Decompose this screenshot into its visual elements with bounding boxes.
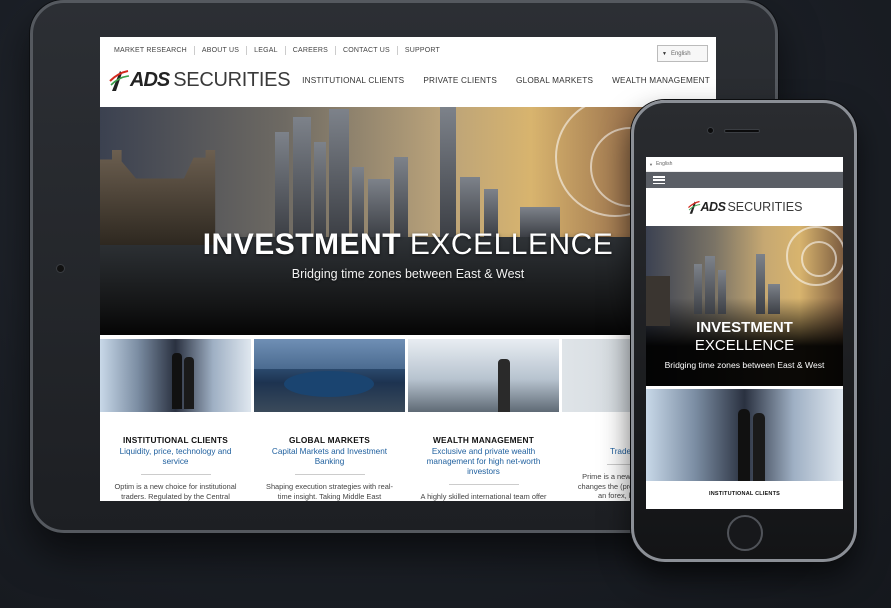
language-select-value: English: [670, 50, 691, 57]
nav-link-legal[interactable]: LEGAL: [247, 45, 286, 55]
mobile-hero-title-line2: EXCELLENCE: [694, 337, 795, 354]
main-nav: INSTITUTIONAL CLIENTS PRIVATE CLIENTS GL…: [302, 76, 710, 85]
phone-home-button[interactable]: [727, 515, 763, 551]
nav-private-clients[interactable]: PRIVATE CLIENTS: [423, 76, 497, 85]
card-global-markets[interactable]: GLOBAL MARKETS Capital Markets and Inves…: [254, 339, 405, 501]
phone-device: ▼ English ADS SECURITIES INVESTMENT EXCE…: [631, 100, 857, 562]
hero-subtitle: Bridging time zones between East & West: [291, 267, 525, 281]
mobile-hero-subtitle: Bridging time zones between East & West: [664, 360, 825, 370]
nav-link-support[interactable]: SUPPORT: [398, 46, 447, 55]
phone-speaker: [724, 129, 760, 133]
language-select[interactable]: ▼ English: [657, 45, 708, 62]
dropdown-triangle-icon: ▼: [649, 161, 653, 167]
card-body: A highly skilled international team offe…: [420, 492, 547, 501]
card-institutional-clients[interactable]: INSTITUTIONAL CLIENTS Liquidity, price, …: [100, 339, 251, 501]
skyscraper: [314, 142, 326, 237]
skyscraper: [293, 117, 311, 237]
hero-banner: INVESTMENT EXCELLENCE Bridging time zone…: [100, 107, 716, 335]
mobile-logo-securities[interactable]: SECURITIES: [727, 200, 802, 214]
mobile-language-value: English: [655, 161, 673, 167]
nav-institutional-clients[interactable]: INSTITUTIONAL CLIENTS: [302, 76, 404, 85]
card-subtitle: Capital Markets and Investment Banking: [271, 447, 388, 466]
skyscraper: [756, 254, 765, 314]
mobile-logo-ads[interactable]: ADS: [701, 200, 726, 214]
card-image-city-bay: [254, 339, 405, 412]
card-title: GLOBAL MARKETS: [288, 435, 370, 445]
card-subtitle: Exclusive and private wealth management …: [426, 447, 541, 476]
logo-swoosh-icon: [109, 70, 130, 91]
skyscraper: [705, 256, 715, 314]
mobile-hero-banner: INVESTMENT EXCELLENCE Bridging time zone…: [646, 226, 843, 386]
skyscraper: [718, 270, 726, 314]
tablet-screen: MARKET RESEARCH ABOUT US LEGAL CAREERS C…: [100, 37, 716, 501]
site-header: ADS SECURITIES INSTITUTIONAL CLIENTS PRI…: [100, 63, 716, 107]
mobile-hero-title-line1: INVESTMENT: [696, 319, 793, 336]
card-divider: [294, 474, 365, 475]
mobile-hero-title: INVESTMENT EXCELLENCE: [646, 319, 843, 355]
hero-title-light: EXCELLENCE: [409, 228, 614, 261]
mobile-menu-bar: [646, 172, 843, 188]
card-divider: [448, 484, 519, 485]
card-image-businessman-window: [408, 339, 559, 412]
logo-ads-text: ADS: [130, 68, 170, 91]
card-body: Shaping execution strategies with real-t…: [266, 482, 393, 501]
nav-link-contact-us[interactable]: CONTACT US: [336, 45, 398, 55]
mobile-header: ADS SECURITIES: [646, 188, 843, 226]
mobile-card-image-handshake: [646, 389, 843, 481]
card-body: Optim is a new choice for institutional …: [114, 482, 237, 501]
nav-wealth-management[interactable]: WEALTH MANAGEMENT: [612, 76, 710, 85]
nav-link-market-research[interactable]: MARKET RESEARCH: [107, 45, 195, 55]
mobile-card-title: INSTITUTIONAL CLIENTS: [708, 491, 780, 497]
hamburger-menu-icon[interactable]: [653, 176, 665, 184]
skyscraper: [329, 109, 349, 237]
nav-link-about-us[interactable]: ABOUT US: [195, 45, 248, 55]
phone-screen: ▼ English ADS SECURITIES INVESTMENT EXCE…: [646, 157, 843, 509]
card-title: INSTITUTIONAL CLIENTS: [123, 435, 228, 445]
skyscraper: [275, 132, 289, 237]
card-title: WEALTH MANAGEMENT: [433, 435, 534, 445]
hero-title: INVESTMENT EXCELLENCE: [100, 228, 716, 262]
dropdown-triangle-icon: ▼: [662, 50, 667, 57]
logo-securities-text: SECURITIES: [173, 68, 291, 91]
card-subtitle: Liquidity, price, technology and service: [119, 447, 232, 466]
nav-global-markets[interactable]: GLOBAL MARKETS: [516, 76, 593, 85]
mobile-language-select[interactable]: ▼ English: [646, 157, 843, 172]
card-wealth-management[interactable]: WEALTH MANAGEMENT Exclusive and private …: [408, 339, 559, 501]
ads-logo[interactable]: ADS SECURITIES: [108, 67, 291, 93]
nav-link-careers[interactable]: CAREERS: [286, 45, 336, 55]
hero-title-bold: INVESTMENT: [202, 228, 402, 261]
tablet-camera: [56, 264, 65, 273]
card-divider: [140, 474, 211, 475]
phone-camera: [707, 127, 714, 134]
service-cards: INSTITUTIONAL CLIENTS Liquidity, price, …: [100, 335, 716, 501]
skyscraper: [394, 157, 408, 237]
skyscraper: [352, 167, 364, 237]
skyscraper: [768, 284, 780, 314]
logo-swoosh-icon: [687, 200, 700, 214]
skyscraper: [440, 107, 456, 237]
decorative-circle: [801, 241, 837, 277]
skyscraper: [694, 264, 702, 314]
card-image-handshake: [100, 339, 251, 412]
top-utility-nav: MARKET RESEARCH ABOUT US LEGAL CAREERS C…: [100, 37, 716, 63]
